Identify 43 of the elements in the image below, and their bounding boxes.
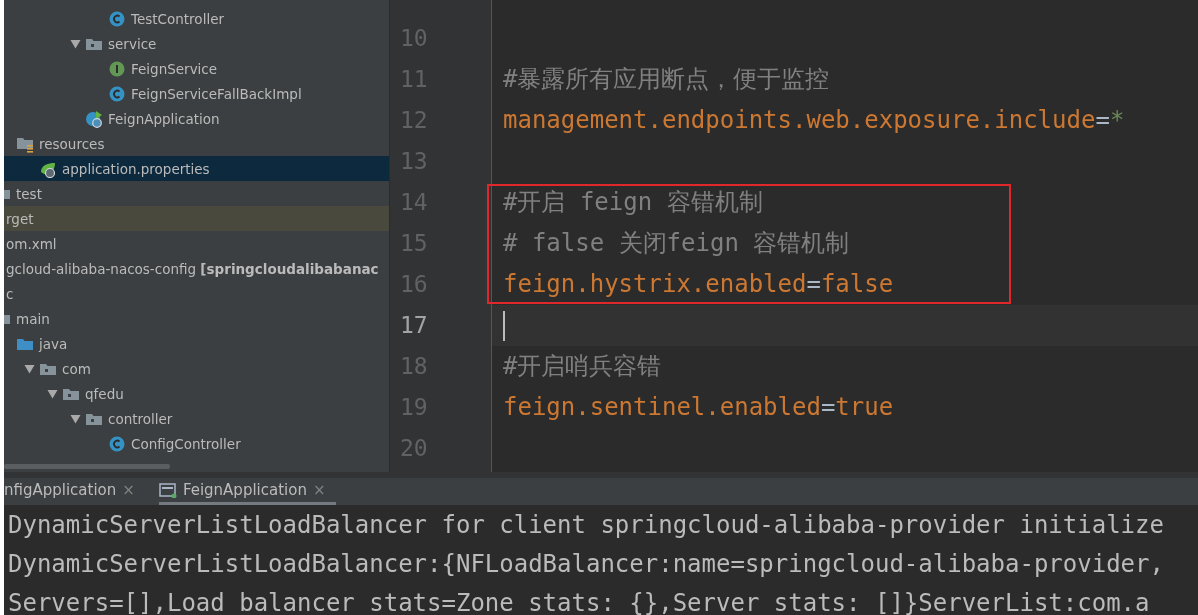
text-caret [503, 310, 505, 341]
tree-item[interactable]: resources [4, 131, 389, 156]
app-class-icon [85, 109, 103, 128]
class-icon [108, 434, 126, 453]
tree-item[interactable]: FeignServiceFallBackImpl [4, 81, 389, 106]
interface-icon [108, 59, 126, 78]
tree-item[interactable]: test [4, 181, 389, 206]
console-icon [158, 482, 177, 498]
code-line: feign.hystrix.enabled=false [502, 269, 895, 300]
code-line: #开启 feign 容错机制 [502, 187, 764, 218]
tree-item[interactable]: application.properties [4, 156, 389, 181]
tree-item[interactable]: om.xml [4, 231, 389, 256]
console-line: DynamicServerListLoadBalancer for client springcloud-alibaba-provider initialize [8, 510, 1165, 541]
expand-arrow-icon[interactable] [46, 388, 58, 399]
tree-item[interactable]: TestController [4, 6, 389, 31]
code-line: management.endpoints.web.exposure.include=* [502, 105, 1126, 136]
code-line: feign.sentinel.enabled=true [502, 392, 895, 423]
code-line: #开启哨兵容错 [502, 351, 663, 382]
tree-item[interactable]: java [4, 331, 389, 356]
tree-item[interactable]: service [4, 31, 389, 56]
console-line: Servers=[],Load balancer stats=Zone stats: {},Server stats: []}ServerList:com.a [8, 588, 1151, 615]
tree-item[interactable]: qfedu [4, 381, 389, 406]
tree-item[interactable]: FeignService [4, 56, 389, 81]
tree-item[interactable]: gcloud-alibaba-nacos-config [springcloudalibabanac [4, 256, 389, 281]
code-line: #暴露所有应用断点，便于监控 [502, 64, 831, 95]
expand-arrow-icon[interactable] [69, 413, 81, 424]
line-number: 17 [400, 312, 428, 338]
run-tab[interactable]: nfigApplication × [4, 478, 145, 505]
tree-item[interactable]: ConfigController [4, 431, 389, 456]
tree-item[interactable]: FeignApplication [4, 106, 389, 131]
run-tab[interactable]: FeignApplication × [158, 478, 336, 505]
horizontal-scrollbar[interactable] [4, 464, 170, 469]
expand-arrow-icon[interactable] [69, 38, 81, 49]
tree-item[interactable]: com [4, 356, 389, 381]
console-line: DynamicServerListLoadBalancer:{NFLoadBalancer:name=springcloud-alibaba-provider, [8, 549, 1165, 580]
tree-item[interactable]: controller [4, 406, 389, 431]
code-line: # false 关闭feign 容错机制 [502, 228, 851, 259]
tree-item[interactable]: main [4, 306, 389, 331]
class-icon [108, 9, 126, 28]
expand-arrow-icon[interactable] [23, 363, 35, 374]
tree-item[interactable]: c [4, 281, 389, 306]
class-icon [108, 84, 126, 103]
tree-item[interactable]: rget [4, 206, 389, 231]
